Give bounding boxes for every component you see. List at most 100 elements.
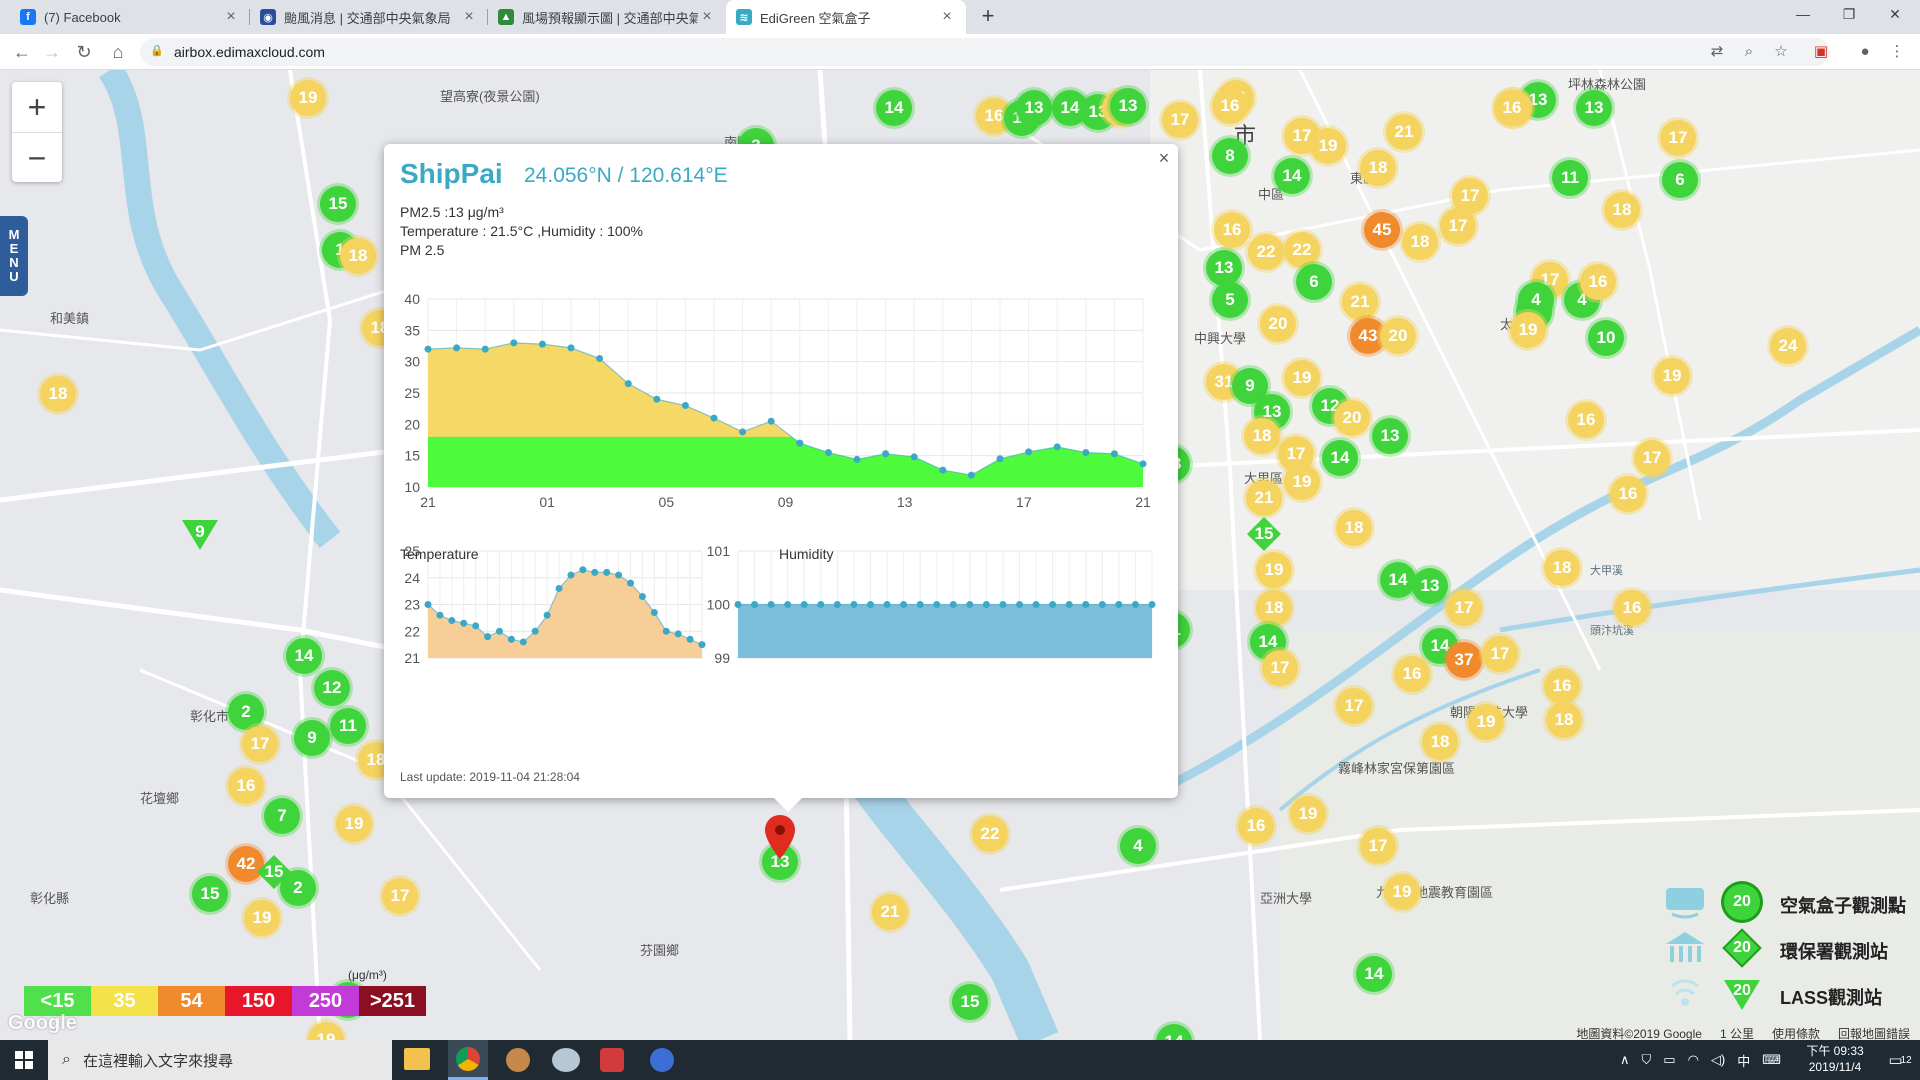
- air-quality-marker[interactable]: 9: [294, 720, 330, 756]
- air-quality-marker[interactable]: 13: [1412, 568, 1448, 604]
- air-quality-marker[interactable]: 19: [1510, 312, 1546, 348]
- zoom-icon[interactable]: ⌕: [1736, 39, 1762, 65]
- translate-icon[interactable]: ⇄: [1704, 39, 1730, 65]
- close-window-button[interactable]: ✕: [1872, 0, 1918, 30]
- air-quality-marker[interactable]: 18: [340, 238, 376, 274]
- air-quality-marker[interactable]: 22: [1284, 232, 1320, 268]
- home-button[interactable]: ⌂: [104, 38, 132, 66]
- app-icon[interactable]: [552, 1048, 580, 1072]
- air-quality-marker[interactable]: 18: [1360, 150, 1396, 186]
- bookmark-star-icon[interactable]: ☆: [1768, 39, 1794, 65]
- air-quality-marker[interactable]: 17: [382, 878, 418, 914]
- address-bar[interactable]: 🔒 airbox.edimaxcloud.com: [140, 38, 1830, 66]
- air-quality-marker[interactable]: 14: [1322, 440, 1358, 476]
- terms-link[interactable]: 使用條款: [1772, 1025, 1820, 1040]
- air-quality-marker[interactable]: 20: [1334, 400, 1370, 436]
- air-quality-marker[interactable]: 6: [1296, 264, 1332, 300]
- air-quality-marker[interactable]: 37: [1446, 642, 1482, 678]
- app-icon[interactable]: [506, 1048, 530, 1072]
- clock[interactable]: 下午 09:33 2019/11/4: [1790, 1043, 1880, 1075]
- air-quality-marker[interactable]: 19: [1310, 128, 1346, 164]
- air-quality-marker[interactable]: 18: [1256, 590, 1292, 626]
- chevron-up-icon[interactable]: ∧: [1620, 1052, 1630, 1068]
- menu-kebab-icon[interactable]: ⋮: [1884, 39, 1910, 65]
- zoom-in-button[interactable]: +: [12, 82, 62, 132]
- air-quality-marker[interactable]: 22: [1248, 234, 1284, 270]
- air-quality-marker[interactable]: 20: [1260, 306, 1296, 342]
- minimize-button[interactable]: —: [1780, 0, 1826, 30]
- air-quality-marker[interactable]: 18: [40, 376, 76, 412]
- air-quality-marker[interactable]: 21: [1342, 284, 1378, 320]
- air-quality-marker[interactable]: 16: [1394, 656, 1430, 692]
- close-icon[interactable]: ×: [698, 8, 716, 26]
- wifi-icon[interactable]: ◠: [1688, 1052, 1699, 1068]
- app-icon[interactable]: [600, 1048, 624, 1072]
- air-quality-marker[interactable]: 16: [1214, 212, 1250, 248]
- tab-airbox[interactable]: ≋ EdiGreen 空氣盒子 ×: [726, 0, 966, 34]
- air-quality-marker[interactable]: 18: [1422, 724, 1458, 760]
- profile-icon[interactable]: ●: [1852, 39, 1878, 65]
- air-quality-marker[interactable]: 19: [1468, 704, 1504, 740]
- air-quality-marker[interactable]: 16: [1494, 90, 1530, 126]
- air-quality-marker[interactable]: 17: [1360, 828, 1396, 864]
- air-quality-marker[interactable]: 17: [1262, 650, 1298, 686]
- air-quality-marker[interactable]: 45: [1364, 212, 1400, 248]
- air-quality-marker[interactable]: 21: [1386, 114, 1422, 150]
- extension-icon[interactable]: ▣: [1808, 39, 1834, 65]
- air-quality-marker[interactable]: 6: [1662, 162, 1698, 198]
- air-quality-marker[interactable]: 14: [1380, 562, 1416, 598]
- air-quality-marker[interactable]: 16: [1212, 88, 1248, 124]
- air-quality-marker[interactable]: 19: [290, 80, 326, 116]
- air-quality-marker[interactable]: 14: [1274, 158, 1310, 194]
- air-quality-marker[interactable]: 15: [1246, 516, 1282, 552]
- back-button[interactable]: ←: [8, 38, 36, 66]
- air-quality-marker[interactable]: 21: [872, 894, 908, 930]
- air-quality-marker[interactable]: 13: [1016, 90, 1052, 126]
- air-quality-marker[interactable]: 13: [1576, 90, 1612, 126]
- report-error-link[interactable]: 回報地圖錯誤: [1838, 1025, 1910, 1040]
- air-quality-marker[interactable]: 14: [876, 90, 912, 126]
- air-quality-marker[interactable]: 18: [1402, 224, 1438, 260]
- zoom-out-button[interactable]: −: [12, 132, 62, 182]
- close-icon[interactable]: ×: [938, 8, 956, 26]
- air-quality-marker[interactable]: 2: [228, 694, 264, 730]
- tab-facebook[interactable]: f (7) Facebook ×: [10, 0, 250, 34]
- forward-button[interactable]: →: [38, 38, 66, 66]
- air-quality-marker[interactable]: 17: [1482, 636, 1518, 672]
- air-quality-marker[interactable]: 16: [1610, 476, 1646, 512]
- air-quality-marker[interactable]: 7: [264, 798, 300, 834]
- shield-icon[interactable]: ⛉: [1642, 1052, 1652, 1068]
- air-quality-marker[interactable]: 17: [1440, 208, 1476, 244]
- air-quality-marker[interactable]: 19: [1384, 874, 1420, 910]
- air-quality-marker[interactable]: 16: [1580, 264, 1616, 300]
- file-explorer-icon[interactable]: [404, 1048, 430, 1070]
- air-quality-marker[interactable]: 18: [1546, 702, 1582, 738]
- app-icon[interactable]: [650, 1048, 674, 1072]
- air-quality-marker[interactable]: 19: [1284, 360, 1320, 396]
- close-icon[interactable]: ×: [460, 8, 478, 26]
- air-quality-marker[interactable]: 17: [1446, 590, 1482, 626]
- air-quality-marker[interactable]: 17: [1336, 688, 1372, 724]
- air-quality-marker[interactable]: 19: [1256, 552, 1292, 588]
- air-quality-marker[interactable]: 19: [1290, 796, 1326, 832]
- restore-button[interactable]: ❐: [1826, 0, 1872, 30]
- air-quality-marker[interactable]: 9: [182, 516, 218, 552]
- air-quality-marker[interactable]: 14: [1356, 956, 1392, 992]
- air-quality-marker[interactable]: 14: [286, 638, 322, 674]
- air-quality-marker[interactable]: 17: [1162, 102, 1198, 138]
- air-quality-marker[interactable]: 15: [320, 186, 356, 222]
- air-quality-marker[interactable]: 8: [1212, 138, 1248, 174]
- start-button[interactable]: [0, 1040, 48, 1080]
- air-quality-marker[interactable]: 16: [1614, 590, 1650, 626]
- volume-icon[interactable]: ◁): [1711, 1052, 1725, 1068]
- taskbar-search-box[interactable]: ⌕ 在這裡輸入文字來搜尋: [48, 1040, 392, 1080]
- chrome-icon[interactable]: [448, 1040, 488, 1080]
- air-quality-marker[interactable]: 19: [1284, 464, 1320, 500]
- air-quality-marker[interactable]: 13: [1372, 418, 1408, 454]
- air-quality-marker[interactable]: 5: [1212, 282, 1248, 318]
- air-quality-marker[interactable]: 2: [280, 870, 316, 906]
- new-tab-button[interactable]: +: [975, 4, 1001, 30]
- tab-wind-map[interactable]: ▲ 風場預報顯示圖 | 交通部中央氣象... ×: [488, 0, 726, 34]
- air-quality-marker[interactable]: 18: [1336, 510, 1372, 546]
- air-quality-marker[interactable]: 17: [1634, 440, 1670, 476]
